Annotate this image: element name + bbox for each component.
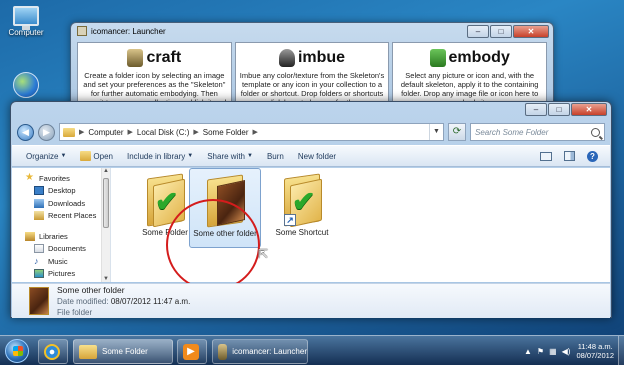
details-date-value: 08/07/2012 11:47 a.m.	[110, 296, 191, 306]
recent-places-icon	[34, 211, 44, 221]
explorer-maximize-button[interactable]: □	[548, 103, 570, 116]
explorer-window: – □ ✕ ◀ ▶ ▶ Computer ▶ Local Disk (C:) ▶…	[10, 101, 612, 318]
open-icon	[80, 151, 92, 161]
clock[interactable]: 11:48 a.m. 08/07/2012	[576, 342, 614, 360]
taskbar-launcher-button[interactable]: icomancer: Launcher	[212, 339, 308, 364]
file-name: Some Shortcut	[275, 228, 329, 237]
change-view-icon[interactable]	[540, 151, 552, 161]
nav-music[interactable]: ♪ Music	[12, 255, 110, 268]
launcher-app-icon	[218, 343, 228, 360]
start-button[interactable]	[5, 339, 29, 363]
network-icon[interactable]: ▦	[549, 347, 557, 356]
file-item-some-shortcut[interactable]: ✔ ↗ Some Shortcut	[266, 168, 338, 248]
maximize-button[interactable]: □	[490, 25, 512, 38]
taskbar-internet-explorer[interactable]	[38, 339, 68, 364]
nav-recent-places[interactable]: Recent Places	[12, 210, 110, 223]
new-folder-button[interactable]: New folder	[298, 152, 336, 161]
search-icon[interactable]	[591, 127, 600, 137]
details-pane: Some other folder Date modified: 08/07/2…	[12, 283, 610, 318]
computer-icon	[13, 6, 39, 30]
desktop-computer-shortcut[interactable]: Computer	[6, 6, 46, 37]
nav-downloads[interactable]: Downloads	[12, 197, 110, 210]
embody-heading: embody	[448, 49, 510, 66]
breadcrumb-computer[interactable]: Computer	[88, 128, 123, 137]
star-icon: ★	[25, 172, 34, 184]
include-in-library-button[interactable]: Include in library ▼	[127, 152, 193, 161]
organize-button[interactable]: Organize ▼	[26, 152, 66, 161]
craft-icon	[127, 49, 144, 67]
globe-icon	[13, 72, 39, 98]
nav-pictures[interactable]: Pictures	[12, 268, 110, 281]
system-tray: ▲ ⚑ ▦ ◀) 11:48 a.m. 08/07/2012	[524, 342, 614, 360]
pictures-icon	[34, 269, 44, 279]
details-date-label: Date modified:	[57, 296, 109, 306]
minimize-button[interactable]: –	[467, 25, 489, 38]
show-hidden-icons[interactable]: ▲	[524, 347, 532, 356]
breadcrumb-local-disk[interactable]: Local Disk (C:)	[137, 128, 189, 137]
internet-explorer-icon	[44, 343, 60, 360]
close-button[interactable]: ✕	[513, 25, 549, 38]
action-center-flag-icon[interactable]: ⚑	[537, 347, 544, 356]
command-bar: Organize ▼ Open Include in library ▼ Share…	[12, 145, 610, 167]
shortcut-arrow-icon: ↗	[284, 214, 296, 226]
nav-favorites[interactable]: ★ Favorites	[12, 172, 110, 185]
nav-scrollbar[interactable]: ▲ ▼	[101, 168, 110, 282]
help-icon[interactable]: ?	[587, 150, 598, 162]
imbue-heading: imbue	[297, 49, 346, 66]
desktop-icon	[34, 186, 44, 196]
forward-button[interactable]: ▶	[38, 123, 55, 141]
taskbar-explorer-button[interactable]: Some Folder	[73, 339, 173, 364]
desktop-network-shortcut[interactable]	[6, 72, 46, 98]
search-input[interactable]: Search Some Folder	[470, 123, 605, 141]
show-desktop-button[interactable]	[618, 336, 624, 365]
nav-libraries[interactable]: Libraries	[12, 230, 110, 243]
explorer-minimize-button[interactable]: –	[525, 103, 547, 116]
volume-icon[interactable]: ◀)	[562, 347, 571, 356]
folder-icon	[63, 127, 75, 137]
highlight-circle	[166, 199, 260, 291]
documents-icon	[34, 244, 44, 254]
shortcut-check-icon: ✔ ↗	[280, 170, 324, 228]
address-bar[interactable]: ▶ Computer ▶ Local Disk (C:) ▶ Some Fold…	[59, 123, 444, 141]
taskbar: Some Folder ▶ icomancer: Launcher ▲ ⚑ ▦ …	[0, 335, 624, 365]
launcher-app-icon	[77, 26, 87, 36]
explorer-close-button[interactable]: ✕	[571, 103, 607, 116]
media-player-icon: ▶	[183, 343, 199, 360]
file-list: ✔ Some Folder Some other folder ✔ ↗ Some…	[111, 168, 610, 291]
embody-icon	[429, 49, 446, 67]
libraries-icon	[25, 231, 35, 241]
burn-button[interactable]: Burn	[267, 152, 284, 161]
launcher-titlebar[interactable]: icomancer: Launcher	[77, 26, 166, 36]
music-icon: ♪	[34, 255, 39, 266]
craft-heading: craft	[146, 49, 182, 66]
address-dropdown[interactable]: ▼	[429, 124, 443, 140]
preview-pane-icon[interactable]	[564, 151, 575, 161]
launcher-title: icomancer: Launcher	[91, 26, 166, 36]
nav-desktop[interactable]: Desktop	[12, 185, 110, 198]
folder-icon	[79, 344, 97, 359]
selected-folder-thumbnail	[29, 287, 49, 315]
imbue-icon	[278, 49, 295, 67]
breadcrumb-some-folder[interactable]: Some Folder	[203, 128, 249, 137]
details-type: File folder	[57, 307, 93, 317]
mouse-cursor: ⇱	[258, 247, 269, 261]
navigation-pane: ★ Favorites Desktop Downloads Recent Plac…	[12, 168, 111, 282]
details-name: Some other folder	[57, 284, 125, 295]
refresh-button[interactable]: ⟳	[448, 123, 466, 141]
search-placeholder: Search Some Folder	[475, 127, 549, 137]
share-with-button[interactable]: Share with ▼	[207, 152, 253, 161]
back-button[interactable]: ◀	[17, 123, 34, 141]
nav-documents[interactable]: Documents	[12, 243, 110, 256]
downloads-icon	[34, 198, 44, 208]
open-button[interactable]: Open	[80, 151, 113, 161]
taskbar-media-player[interactable]: ▶	[177, 339, 207, 364]
